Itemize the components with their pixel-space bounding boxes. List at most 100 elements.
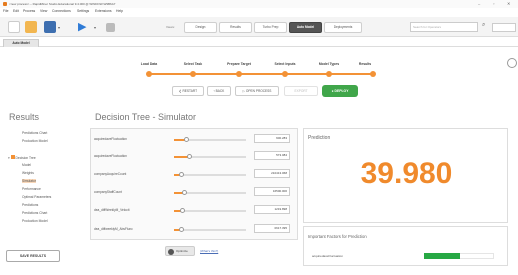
simulator-footer: Optimize (What's this?) <box>90 243 298 259</box>
step-dot <box>326 71 332 77</box>
simulator-panel: acquiredaveFluctuation 600.283 acquireda… <box>90 128 298 240</box>
close-icon[interactable]: ✕ <box>507 1 510 6</box>
results-heading: Results <box>9 112 40 122</box>
save-icon[interactable] <box>44 21 56 33</box>
step-dot <box>146 71 152 77</box>
menu-file[interactable]: File <box>3 9 8 13</box>
optimize-button[interactable]: Optimize <box>165 246 195 256</box>
rapidminer-logo-icon <box>3 2 7 6</box>
minimize-icon[interactable]: – <box>478 1 480 6</box>
run-icon[interactable]: ▶ <box>78 20 86 33</box>
results-item-weights[interactable]: Weights <box>22 171 34 175</box>
step-prepare-target[interactable]: Prepare Target <box>227 62 251 66</box>
tab-auto-model[interactable]: Auto Model <box>289 22 322 33</box>
sim-row: acquiredaveFluctuation 573.084 <box>94 151 294 162</box>
menu-connections[interactable]: Connections <box>52 9 71 13</box>
results-item-predictions-chart[interactable]: Predictions Chart <box>22 131 47 135</box>
menu-extensions[interactable]: Extensions <box>95 9 112 13</box>
export-button[interactable]: EXPORT <box>284 86 318 96</box>
results-item-performance[interactable]: Performance <box>22 187 41 191</box>
important-factors-title: Important Factors for Prediction <box>308 234 367 239</box>
sim-value-input[interactable]: 0617.395 <box>254 224 290 233</box>
sim-slider[interactable] <box>174 172 246 177</box>
main-toolbar: ▾ ▶ ▾ Views: Design Results Turbo Prep A… <box>0 17 518 37</box>
simulator-title: Decision Tree - Simulator <box>95 112 197 122</box>
window-title: <new process> – RapidMiner Studio Educat… <box>9 2 116 6</box>
sim-attribute-label: dea_diffweeklyM_AbsFlunc <box>94 227 133 231</box>
sim-slider[interactable] <box>174 154 246 159</box>
results-item-production-model[interactable]: Production Model <box>22 139 48 143</box>
run-dropdown-icon[interactable]: ▾ <box>94 25 96 30</box>
sim-value-input[interactable]: 210413.068 <box>254 169 290 178</box>
deploy-label: DEPLOY <box>334 89 349 93</box>
menu-process[interactable]: Process <box>23 9 35 13</box>
global-search-input[interactable] <box>492 23 516 32</box>
sim-value-input[interactable]: 573.084 <box>254 151 290 160</box>
maximize-icon[interactable]: ▫ <box>493 1 494 6</box>
results-item-optimal-parameters[interactable]: Optimal Parameters <box>22 195 51 199</box>
slider-handle[interactable] <box>187 154 193 159</box>
tab-auto-model-panel[interactable]: Auto Model <box>3 39 39 47</box>
menu-view[interactable]: View <box>40 9 47 13</box>
whats-this-link[interactable]: (What's this?) <box>200 249 218 253</box>
sim-slider[interactable] <box>174 190 246 195</box>
step-load-data[interactable]: Load Data <box>141 62 157 66</box>
sim-row: companyAcquireCount 210413.068 <box>94 169 294 180</box>
tab-turbo-prep[interactable]: Turbo Prep <box>254 22 287 33</box>
optimize-icon <box>168 248 174 255</box>
step-model-types[interactable]: Model Types <box>319 62 339 66</box>
tab-results[interactable]: Results <box>219 22 252 33</box>
open-folder-icon[interactable] <box>25 21 37 33</box>
open-process-button[interactable]: ▷ OPEN PROCESS <box>235 86 279 96</box>
sim-row: companyStaffCount 16500.000 <box>94 187 294 198</box>
sim-value-input[interactable]: 16500.000 <box>254 187 290 196</box>
sim-attribute-label: acquiredaveFluctuation <box>94 154 127 158</box>
sim-slider[interactable] <box>174 208 246 213</box>
tab-deployments[interactable]: Deployments <box>324 22 362 33</box>
save-dropdown-icon[interactable]: ▾ <box>58 25 60 30</box>
menu-settings[interactable]: Settings <box>77 9 89 13</box>
save-results-button[interactable]: SAVE RESULTS <box>6 250 60 262</box>
sim-value-input[interactable]: 600.283 <box>254 134 290 143</box>
model-icon <box>10 155 15 159</box>
slider-handle[interactable] <box>184 137 190 142</box>
tab-design[interactable]: Design <box>184 22 217 33</box>
export-label: EXPORT <box>294 89 308 93</box>
sim-row: acquiredaveFluctuation 600.283 <box>94 134 294 145</box>
slider-handle[interactable] <box>180 208 186 213</box>
back-label: BACK <box>215 89 225 93</box>
menu-help[interactable]: Help <box>116 9 123 13</box>
views-label: Views: <box>166 25 175 29</box>
sim-value-input[interactable]: 1219.898 <box>254 205 290 214</box>
view-tabstrip: Auto Model <box>0 38 518 47</box>
back-button[interactable]: ‹ BACK <box>207 86 231 96</box>
operator-search-input[interactable]: Search for Operators <box>410 22 478 32</box>
step-dot <box>370 71 376 77</box>
step-results[interactable]: Results <box>359 62 371 66</box>
step-select-inputs[interactable]: Select Inputs <box>274 62 295 66</box>
step-select-task[interactable]: Select Task <box>184 62 202 66</box>
slider-handle[interactable] <box>178 172 184 177</box>
results-item-predictions[interactable]: Predictions <box>22 203 38 207</box>
sim-slider[interactable] <box>174 137 246 142</box>
prediction-value: 39.980 <box>360 157 453 190</box>
settings-icon[interactable] <box>507 58 517 68</box>
sim-row: dea_diffWeeklyM_Velocit 1219.898 <box>94 205 294 216</box>
results-item-model[interactable]: Model <box>22 163 31 167</box>
menu-bar: File Edit Process View Connections Setti… <box>0 8 518 16</box>
results-item-predictions-chart[interactable]: Predictions Chart <box>22 211 47 215</box>
results-item-production-model[interactable]: Production Model <box>22 219 48 223</box>
search-icon[interactable]: ⌕ <box>482 22 485 29</box>
sim-slider[interactable] <box>174 227 246 232</box>
restart-button[interactable]: ❮ RESTART <box>172 86 204 96</box>
sim-row: dea_diffweeklyM_AbsFlunc 0617.395 <box>94 224 294 235</box>
stop-icon[interactable] <box>106 23 115 32</box>
results-item-simulator[interactable]: Simulator <box>22 179 36 183</box>
new-process-icon[interactable] <box>8 21 20 33</box>
slider-handle[interactable] <box>178 227 184 232</box>
window-titlebar: <new process> – RapidMiner Studio Educat… <box>0 0 518 8</box>
menu-edit[interactable]: Edit <box>13 9 19 13</box>
slider-handle[interactable] <box>182 190 188 195</box>
deploy-button[interactable]: ● DEPLOY <box>322 85 358 97</box>
results-item-decision-tree[interactable]: ▾ Decision Tree <box>8 155 36 160</box>
